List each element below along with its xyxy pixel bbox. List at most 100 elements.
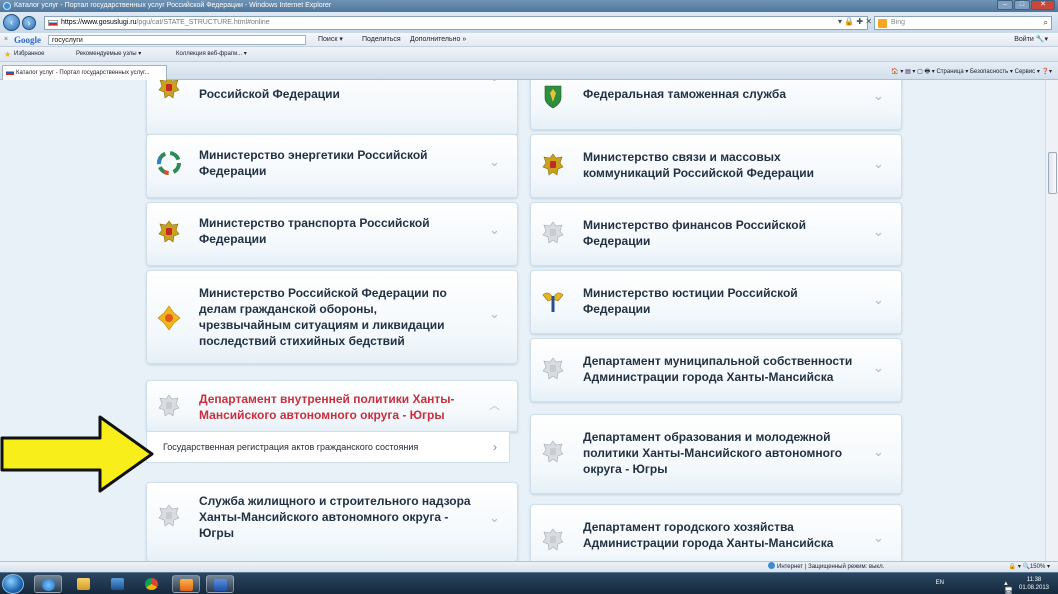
command-bar[interactable]: 🏠 ▾ ▤ ▾ ▢ 🖶 ▾ Страница ▾ Безопасность ▾ …	[891, 65, 1052, 79]
url-input[interactable]: https://www.gosuslugi.ru/pgu/cat/STATE_S…	[44, 16, 868, 30]
card-title: Департамент муниципальной собственности …	[583, 354, 853, 384]
url-path: /pgu/cat/STATE_STRUCTURE.html#online	[136, 19, 270, 26]
card-title: Департамент образования и молодежной пол…	[583, 430, 843, 476]
google-logo: Google	[14, 35, 41, 45]
language-indicator[interactable]: EN	[936, 580, 944, 586]
page-viewport: Российской Федерации ⌄ Министерство энер…	[0, 80, 1045, 561]
back-button[interactable]: ‹	[3, 14, 20, 31]
card-right-4[interactable]: Департамент муниципальной собственности …	[530, 338, 902, 402]
google-search-button[interactable]: Поиск ▾	[318, 33, 343, 47]
chevron-down-icon[interactable]: ⌄	[873, 89, 884, 102]
card-title: Департамент городского хозяйства Админис…	[583, 520, 834, 550]
grey-coat-of-arms-icon	[542, 221, 564, 244]
chevron-down-icon[interactable]: ⌄	[489, 223, 500, 236]
chevron-down-icon[interactable]: ⌄	[489, 155, 500, 168]
chrome-icon	[145, 578, 158, 590]
chevron-up-icon[interactable]: ︿	[489, 401, 500, 412]
card-title: Министерство финансов Российской Федерац…	[583, 218, 806, 248]
security-zone[interactable]: Интернет | Защищенный режим: выкл.	[768, 562, 884, 572]
scrollbar-thumb[interactable]	[1048, 152, 1057, 194]
clock[interactable]: 11:38 01.08.2013	[1016, 576, 1052, 592]
ministry-energy-logo-icon	[157, 151, 181, 175]
customs-emblem-icon	[544, 85, 562, 109]
site-favicon-icon	[6, 70, 14, 75]
internet-explorer-icon	[3, 2, 11, 10]
subitem-civil-registration[interactable]: Государственная регистрация актов гражда…	[146, 432, 510, 463]
zoom-control[interactable]: 🔒 ▾ 🔍150% ▾	[1009, 562, 1050, 572]
forward-button[interactable]: ›	[22, 16, 36, 30]
card-left-2[interactable]: Министерство транспорта Российской Федер…	[146, 202, 518, 266]
card-right-3[interactable]: Министерство юстиции Российской Федераци…	[530, 270, 902, 334]
card-right-5[interactable]: Департамент образования и молодежной пол…	[530, 414, 902, 494]
chevron-down-icon[interactable]: ⌄	[873, 445, 884, 458]
clock-date: 01.08.2013	[1018, 585, 1050, 591]
chevron-right-icon: ›	[493, 440, 497, 454]
taskbar-photos[interactable]	[172, 575, 200, 593]
google-search-input[interactable]: госуслуги	[48, 35, 306, 45]
start-button[interactable]	[2, 574, 24, 594]
card-title: Министерство юстиции Российской Федераци…	[583, 286, 798, 316]
card-left-3[interactable]: Министерство Российской Федерации по дел…	[146, 270, 518, 364]
url-tools-icons[interactable]: ▾ 🔒 ✚ ✕	[838, 16, 872, 28]
card-right-6[interactable]: Департамент городского хозяйства Админис…	[530, 504, 902, 561]
card-title: Министерство связи и массовых коммуникац…	[583, 150, 814, 180]
taskbar-explorer[interactable]	[70, 575, 98, 593]
status-bar: Интернет | Защищенный режим: выкл. 🔒 ▾ 🔍…	[0, 561, 1058, 572]
card-right-0[interactable]: Федеральная таможенная служба ⌄	[530, 80, 902, 130]
card-right-1[interactable]: Министерство связи и массовых коммуникац…	[530, 134, 902, 198]
card-right-2[interactable]: Министерство финансов Российской Федерац…	[530, 202, 902, 266]
folder-icon	[77, 578, 90, 590]
grey-coat-of-arms-icon	[542, 528, 564, 551]
card-left-1[interactable]: Министерство энергетики Российской Федер…	[146, 134, 518, 198]
favorites-star-icon: ★	[4, 50, 12, 59]
suggested-sites-link[interactable]: Рекомендуемые узлы ▾	[76, 47, 141, 62]
russia-coat-of-arms-icon	[542, 153, 564, 176]
tab-catalog[interactable]: Каталог услуг - Портал государственных у…	[2, 65, 167, 80]
tab-bar: Каталог услуг - Портал государственных у…	[0, 62, 1058, 80]
more-button[interactable]: Дополнительно »	[410, 33, 466, 47]
chevron-down-icon[interactable]: ⌄	[873, 157, 884, 170]
chevron-down-icon[interactable]: ⌄	[489, 307, 500, 320]
maximize-button[interactable]: □	[1014, 0, 1030, 10]
share-button[interactable]: Поделиться	[362, 33, 401, 47]
tray-icons[interactable]: ▴ 🖥 🏁 🔊	[1004, 579, 1016, 594]
windows-taskbar: EN ▴ 🖥 🏁 🔊 11:38 01.08.2013	[0, 572, 1058, 594]
media-player-icon	[111, 578, 124, 590]
grey-coat-of-arms-icon	[542, 440, 564, 463]
russia-coat-of-arms-icon	[158, 220, 180, 243]
vertical-scrollbar[interactable]	[1045, 80, 1058, 561]
chevron-down-icon[interactable]: ⌄	[489, 511, 500, 524]
card-left-5[interactable]: Служба жилищного и строительного надзора…	[146, 482, 518, 561]
bing-logo-icon	[878, 19, 887, 28]
search-icon[interactable]: ⌕	[1044, 17, 1048, 29]
image-viewer-icon	[180, 579, 193, 591]
chevron-down-icon[interactable]: ⌄	[489, 80, 500, 83]
search-provider-label: Bing	[891, 19, 906, 26]
russia-coat-of-arms-icon	[158, 80, 180, 99]
chevron-down-icon[interactable]: ⌄	[873, 361, 884, 374]
clock-time: 11:38	[1026, 577, 1042, 583]
taskbar-ie[interactable]	[34, 575, 62, 593]
window-titlebar[interactable]: Каталог услуг - Портал государственных у…	[0, 0, 1058, 12]
yellow-pointer-arrow-icon	[0, 415, 154, 493]
web-slice-gallery-link[interactable]: Коллекция веб-фрагм... ▾	[176, 47, 247, 62]
minimize-button[interactable]: –	[997, 0, 1013, 10]
favorites-button[interactable]: Избранное	[14, 47, 44, 62]
taskbar-word[interactable]	[206, 575, 234, 593]
chevron-down-icon[interactable]: ⌄	[873, 225, 884, 238]
globe-icon	[768, 562, 775, 569]
justice-emblem-icon	[542, 292, 564, 312]
close-toolbar-icon[interactable]: ×	[4, 33, 8, 47]
bing-search-input[interactable]: Bing ⌕	[874, 16, 1052, 30]
chevron-down-icon[interactable]: ⌄	[873, 293, 884, 306]
sign-in-button[interactable]: Войти 🔧▾	[1014, 33, 1048, 47]
taskbar-media[interactable]	[104, 575, 132, 593]
close-button[interactable]: ✕	[1031, 0, 1055, 10]
card-title: Российской Федерации	[199, 87, 340, 101]
card-left-0[interactable]: Российской Федерации ⌄	[146, 80, 518, 136]
card-left-4-expanded[interactable]: Департамент внутренней политики Ханты-Ма…	[146, 380, 518, 432]
favorites-bar: ★ Избранное Рекомендуемые узлы ▾ Коллекц…	[0, 47, 1058, 62]
taskbar-chrome[interactable]	[138, 575, 166, 593]
url-host: https://www.gosuslugi.ru	[61, 19, 137, 26]
chevron-down-icon[interactable]: ⌄	[873, 531, 884, 544]
